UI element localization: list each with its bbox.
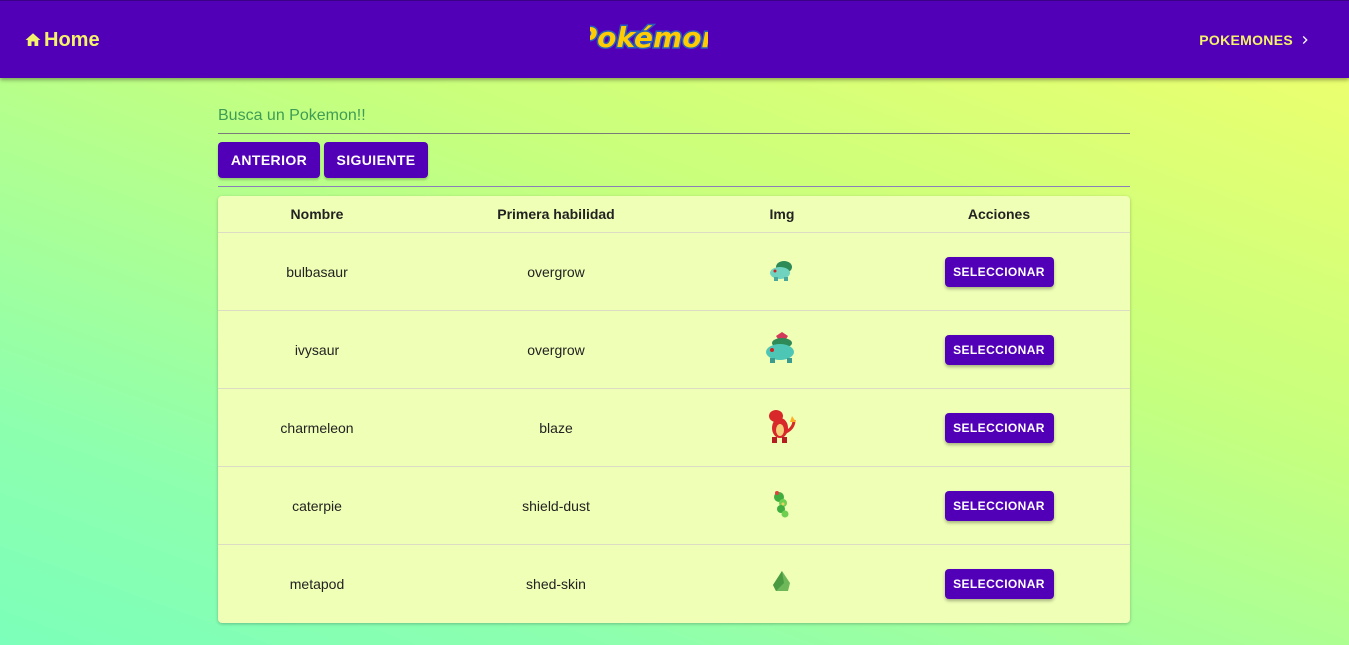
pokemon-ability: shield-dust [416, 466, 696, 545]
table-header-row: Nombre Primera habilidad Img Acciones [218, 196, 1130, 233]
header-habilidad: Primera habilidad [416, 196, 696, 233]
previous-page-button[interactable]: ANTERIOR [218, 142, 320, 178]
search-field[interactable] [218, 100, 1130, 134]
select-button[interactable]: SELECCIONAR [944, 412, 1054, 443]
header-acciones: Acciones [868, 196, 1130, 233]
pokemon-table: Nombre Primera habilidad Img Acciones bu… [218, 196, 1130, 623]
actions-cell: SELECCIONAR [868, 388, 1130, 467]
app-bar: Home Pokémon POKEMONES [0, 0, 1349, 78]
pokemon-ability: shed-skin [526, 575, 586, 592]
table-row: bulbasaur overgrow SELECCIONAR [218, 232, 1130, 311]
metapod-sprite [773, 571, 790, 591]
bulbasaur-sprite [770, 261, 792, 281]
pokemon-name: metapod [289, 575, 345, 592]
pokemon-logo: Pokémon [590, 20, 708, 56]
select-button[interactable]: SELECCIONAR [944, 256, 1054, 287]
select-button[interactable]: SELECCIONAR [944, 334, 1054, 365]
home-label: Home [44, 28, 100, 51]
pokemon-ability: overgrow [416, 232, 696, 311]
header-nombre: Nombre [218, 196, 416, 233]
charmeleon-sprite [769, 410, 796, 443]
pokemones-nav-link[interactable]: POKEMONES [1199, 29, 1313, 51]
table-row: caterpie shield-dust SELECCIONAR [218, 466, 1130, 545]
select-button[interactable]: SELECCIONAR [944, 490, 1054, 521]
header-img: Img [696, 196, 868, 233]
home-icon [25, 33, 41, 46]
pokemon-name: bulbasaur [218, 232, 416, 311]
actions-cell: SELECCIONAR [868, 545, 1130, 623]
pokemon-image-cell [696, 545, 868, 623]
pokemon-image-cell [696, 388, 868, 467]
home-link[interactable]: Home [24, 27, 100, 53]
svg-text:Pokémon: Pokémon [590, 21, 708, 54]
pokemon-image-cell [696, 310, 868, 389]
pokemon-name: charmeleon [218, 388, 416, 467]
divider [218, 186, 1130, 187]
actions-cell: SELECCIONAR [868, 466, 1130, 545]
table-row: charmeleon blaze SELECCIONAR [218, 388, 1130, 467]
pokemon-image-cell [696, 466, 868, 545]
pokemon-ability: blaze [416, 388, 696, 467]
ivysaur-sprite [766, 332, 794, 363]
select-button[interactable]: SELECCIONAR [944, 568, 1054, 599]
pokemon-ability: overgrow [416, 310, 696, 389]
pokemon-image-cell [696, 232, 868, 311]
actions-cell: SELECCIONAR [868, 232, 1130, 311]
pokemon-name: ivysaur [218, 310, 416, 389]
actions-cell: SELECCIONAR [868, 310, 1130, 389]
next-page-button[interactable]: SIGUIENTE [324, 142, 428, 178]
chevron-right-icon [1302, 36, 1308, 44]
pokemones-label: POKEMONES [1199, 32, 1293, 48]
pokemon-name: caterpie [218, 466, 416, 545]
table-row: ivysaur overgrow SELECCIONAR [218, 310, 1130, 389]
search-input[interactable] [218, 100, 1130, 132]
caterpie-sprite [774, 491, 789, 518]
table-row: metapod shed-skin SELECCIONAR [218, 545, 1130, 623]
